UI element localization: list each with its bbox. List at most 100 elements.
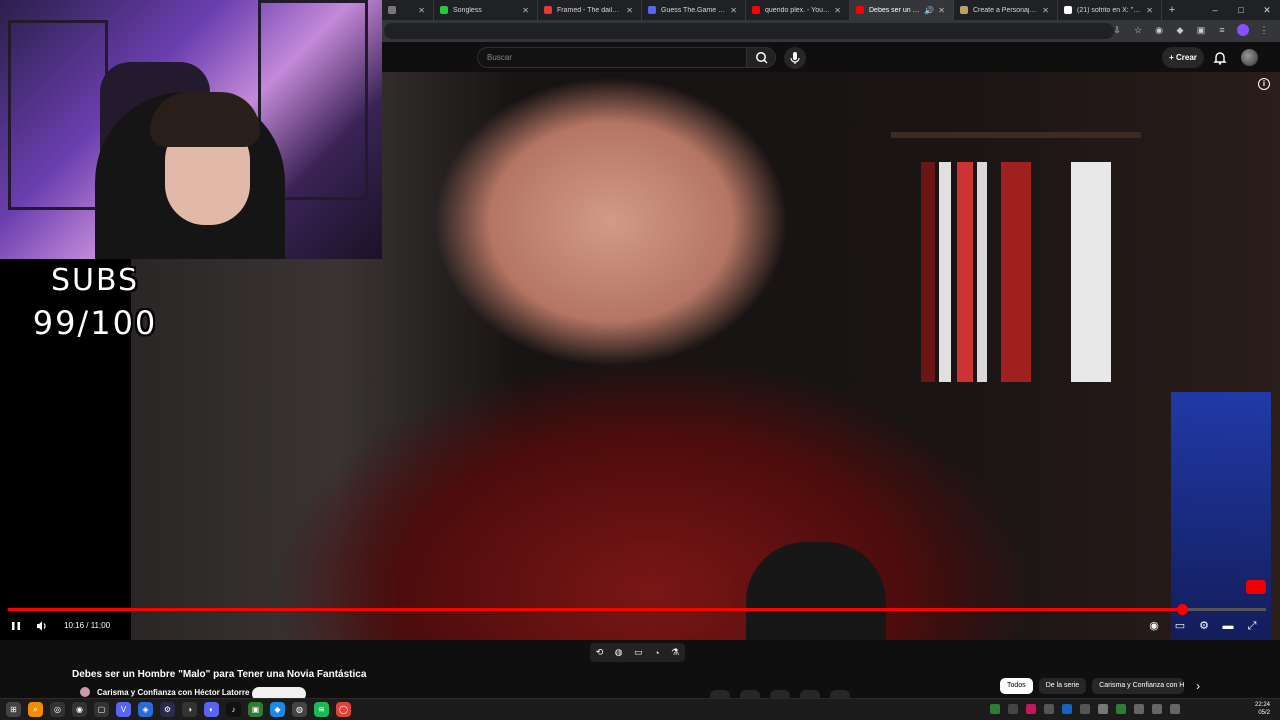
- plus-icon: +: [1169, 53, 1176, 62]
- close-icon[interactable]: ✕: [938, 6, 945, 15]
- app-icon[interactable]: ◑: [182, 702, 197, 717]
- close-icon[interactable]: ✕: [626, 6, 633, 15]
- tab-title: Framed - The daily movie: [557, 6, 622, 14]
- tray-icon[interactable]: [1044, 704, 1054, 714]
- create-button[interactable]: + Crear: [1162, 47, 1204, 68]
- app-icon[interactable]: ◆: [270, 702, 285, 717]
- streamer-hair: [150, 92, 260, 147]
- tab-title: querido plex. - YouTube: [765, 6, 831, 14]
- taskbar-apps: ⊞ ⌕ ◎ ◉ ▢ V ◈ ⚙ ◑ ◐ ♪ ▣ ◆ ◍ ≋ ◯: [6, 702, 351, 717]
- tray-icon[interactable]: [1098, 704, 1108, 714]
- tab-title: Songless: [453, 6, 482, 14]
- close-icon[interactable]: ✕: [522, 6, 529, 15]
- channel-name[interactable]: Carisma y Confianza con Héctor Latorre: [97, 688, 249, 697]
- browser-tab[interactable]: Framed - The daily movie ✕: [538, 0, 642, 20]
- app-icon[interactable]: ⚙: [160, 702, 175, 717]
- fullscreen-button[interactable]: ⤢: [1244, 618, 1260, 634]
- blue-light: [1171, 392, 1271, 640]
- discord-icon[interactable]: ◐: [204, 702, 219, 717]
- avatar[interactable]: [1241, 49, 1258, 66]
- close-window-button[interactable]: ✕: [1254, 0, 1280, 20]
- chip-all[interactable]: Todos: [1000, 678, 1033, 694]
- pause-button[interactable]: [8, 618, 24, 634]
- browser-tab[interactable]: querido plex. - YouTube ✕: [746, 0, 850, 20]
- app-icon[interactable]: ▣: [248, 702, 263, 717]
- tray-icon[interactable]: [990, 704, 1000, 714]
- search-icon[interactable]: ⌕: [28, 702, 43, 717]
- minimize-button[interactable]: –: [1202, 0, 1228, 20]
- speaker-icon[interactable]: 🔊: [924, 6, 934, 15]
- channel-avatar[interactable]: [80, 687, 90, 697]
- volume-button[interactable]: [34, 618, 50, 634]
- subtitles-button[interactable]: ▭: [1172, 618, 1188, 634]
- chevron-right-icon[interactable]: ›: [1190, 678, 1206, 694]
- install-icon[interactable]: ⇩: [1111, 24, 1123, 36]
- chrome-icon[interactable]: ◯: [336, 702, 351, 717]
- audio-icon[interactable]: ◍: [615, 647, 623, 658]
- notifications-bell-icon[interactable]: [1212, 50, 1228, 66]
- maximize-button[interactable]: □: [1228, 0, 1254, 20]
- voice-search-button[interactable]: [784, 47, 806, 69]
- tab-favicon-icon: [388, 6, 396, 14]
- clock[interactable]: 22:24 05/2: [1255, 701, 1270, 717]
- book: [957, 162, 973, 382]
- wifi-icon[interactable]: [1134, 704, 1144, 714]
- menu-icon[interactable]: ⋮: [1258, 24, 1270, 36]
- channel-info[interactable]: Carisma y Confianza con Héctor Latorre: [80, 687, 249, 697]
- app-icon[interactable]: ◍: [292, 702, 307, 717]
- autoplay-toggle[interactable]: ◉: [1146, 618, 1162, 634]
- app-icon[interactable]: ◈: [138, 702, 153, 717]
- bookmark-star-icon[interactable]: ☆: [1132, 24, 1144, 36]
- windows-start-icon[interactable]: ⊞: [6, 702, 21, 717]
- volume-tray-icon[interactable]: [1152, 704, 1162, 714]
- settings-button[interactable]: ⚙: [1196, 618, 1212, 634]
- browser-tab[interactable]: Create a Personajes Orsle ✕: [954, 0, 1058, 20]
- browser-tab-active[interactable]: Debes ser un Hombre 🔊 ✕: [850, 0, 954, 20]
- tray-icon[interactable]: [1116, 704, 1126, 714]
- tray-icon[interactable]: [1062, 704, 1072, 714]
- tab-favicon-icon: [440, 6, 448, 14]
- tab-search-icon[interactable]: ≡: [1216, 24, 1228, 36]
- progress-bar[interactable]: [8, 604, 1266, 615]
- tiktok-icon[interactable]: ♪: [226, 702, 241, 717]
- close-icon[interactable]: ✕: [1146, 6, 1153, 15]
- browser-tab[interactable]: Songless ✕: [434, 0, 538, 20]
- browser-tab[interactable]: (21) sofrito en X: "Ver a u ✕: [1058, 0, 1162, 20]
- chip-series[interactable]: De la serie: [1038, 678, 1087, 694]
- tray-icon[interactable]: [1026, 704, 1036, 714]
- search-button[interactable]: [746, 47, 776, 68]
- book: [921, 162, 935, 382]
- theater-mode-button[interactable]: ▬: [1220, 618, 1236, 634]
- lab-icon[interactable]: ⚗: [671, 647, 679, 658]
- browser-tab[interactable]: Guess The.Game #1361 ✕: [642, 0, 746, 20]
- channel-watermark[interactable]: [1246, 580, 1266, 594]
- loop-icon[interactable]: ⟲: [596, 647, 604, 658]
- new-tab-button[interactable]: +: [1162, 4, 1182, 16]
- close-icon[interactable]: ✕: [418, 6, 425, 15]
- chip-channel[interactable]: Carisma y Confianza con H: [1092, 678, 1185, 694]
- browser-tab[interactable]: ✕: [382, 0, 434, 20]
- x-icon: [1064, 6, 1072, 14]
- close-icon[interactable]: ✕: [834, 6, 841, 15]
- extension-icon[interactable]: ◉: [1153, 24, 1165, 36]
- tray-icon[interactable]: [1008, 704, 1018, 714]
- spotify-icon[interactable]: ≋: [314, 702, 329, 717]
- battery-icon[interactable]: [1170, 704, 1180, 714]
- close-icon[interactable]: ✕: [730, 6, 737, 15]
- puzzle-icon[interactable]: ▣: [1195, 24, 1207, 36]
- app-icon[interactable]: V: [116, 702, 131, 717]
- speed-icon[interactable]: ◔: [654, 648, 659, 658]
- app-icon[interactable]: ◎: [50, 702, 65, 717]
- info-icon[interactable]: i: [1258, 78, 1270, 90]
- tray-icon[interactable]: [1080, 704, 1090, 714]
- close-icon[interactable]: ✕: [1042, 6, 1049, 15]
- screen-icon[interactable]: ▭: [634, 647, 643, 658]
- subs-label: SUBS: [50, 263, 140, 298]
- url-input[interactable]: [384, 23, 1114, 39]
- profile-icon[interactable]: [1237, 24, 1249, 36]
- app-icon[interactable]: ◉: [72, 702, 87, 717]
- microphone-icon: [790, 52, 800, 64]
- app-icon[interactable]: ▢: [94, 702, 109, 717]
- search-input[interactable]: Buscar: [477, 47, 747, 68]
- extension-icon[interactable]: ◆: [1174, 24, 1186, 36]
